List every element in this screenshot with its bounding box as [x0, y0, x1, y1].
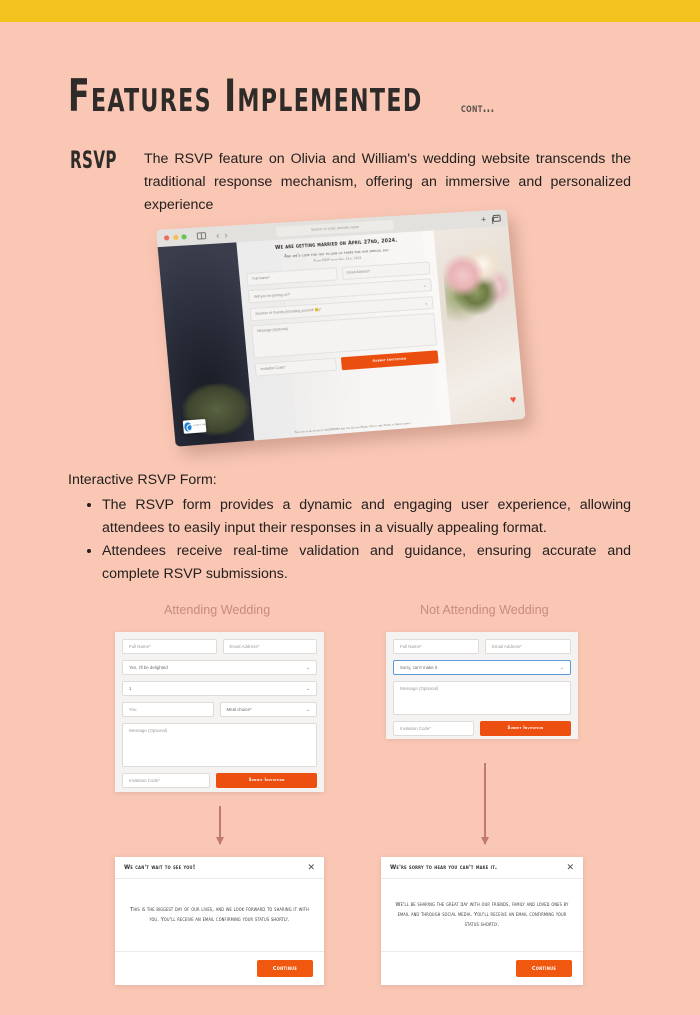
- top-accent-bar: [0, 0, 700, 22]
- attending-guest-meal-row: You Meal choice* ⌄: [122, 702, 317, 717]
- attending-invitation-code-input[interactable]: Invitation Code*: [122, 773, 211, 788]
- not-attending-message-textarea[interactable]: Message (Optional): [393, 681, 571, 715]
- heart-icon: ♥: [509, 394, 517, 407]
- attending-form-card: Full Name* Email Address* Yes, I'll be d…: [115, 632, 324, 792]
- bouquet-image: [440, 245, 513, 328]
- chevron-down-icon: ⌄: [559, 664, 564, 671]
- minimize-dot[interactable]: [172, 234, 179, 241]
- list-item: Attendees receive real-time validation a…: [102, 540, 631, 585]
- forward-icon[interactable]: ›: [224, 229, 228, 239]
- site-submit-button[interactable]: Submit Invitation: [340, 349, 439, 370]
- attending-message-textarea[interactable]: Message (Optional): [122, 723, 317, 767]
- not-attending-invitation-code-input[interactable]: Invitation Code*: [393, 721, 474, 736]
- attending-modal-body: This is the biggest day of our lives, an…: [115, 879, 324, 951]
- not-attending-submit-row: Invitation Code* Submit Invitation: [393, 721, 571, 736]
- site-email-input[interactable]: Email Address*: [341, 261, 431, 280]
- section-label-rsvp: RSVP: [70, 146, 117, 174]
- attending-modal-header: We can't wait to see you! ✕: [115, 857, 324, 879]
- not-attending-name-email-row: Full Name* Email Address*: [393, 639, 571, 654]
- tabs-icon[interactable]: [492, 214, 501, 223]
- caption-attending: Attending Wedding: [164, 603, 271, 617]
- not-attending-modal-footer: Continue: [381, 951, 583, 985]
- not-attending-confirmation-modal: We're sorry to hear you can't make it. ✕…: [381, 857, 583, 985]
- attending-name-email-row: Full Name* Email Address*: [122, 639, 317, 654]
- not-attending-attendance-value: Sorry, can't make it: [400, 665, 438, 670]
- site-full-name-input[interactable]: Full Name*: [246, 266, 338, 286]
- attending-submit-button[interactable]: Submit Invitation: [216, 773, 317, 788]
- page-title-suffix: cont...: [460, 101, 495, 116]
- attending-guest-name-input[interactable]: You: [122, 702, 214, 717]
- attending-meal-value: Meal choice*: [226, 707, 252, 712]
- not-attending-modal-header: We're sorry to hear you can't make it. ✕: [381, 857, 583, 879]
- list-item: The RSVP form provides a dynamic and eng…: [102, 494, 631, 539]
- new-tab-button[interactable]: +: [481, 214, 487, 224]
- site-invitation-code-input[interactable]: Invitation Code*: [254, 357, 337, 377]
- attending-email-input[interactable]: Email Address*: [222, 639, 317, 654]
- site-attending-value: Will you be joining us?*: [253, 291, 291, 299]
- sidebar-icon[interactable]: [196, 232, 207, 240]
- close-icon[interactable]: ✕: [307, 863, 315, 872]
- not-attending-modal-title: We're sorry to hear you can't make it.: [390, 864, 498, 871]
- browser-viewport: ♥ We are getting married on April 27nd, …: [157, 225, 526, 447]
- not-attending-full-name-input[interactable]: Full Name*: [393, 639, 479, 654]
- attending-guests-value: 1: [129, 686, 132, 691]
- flow-arrow-attending: [219, 806, 221, 844]
- not-attending-submit-button[interactable]: Submit Invitation: [479, 721, 571, 736]
- attending-meal-select[interactable]: Meal choice* ⌄: [219, 702, 317, 717]
- nav-controls[interactable]: ‹ ›: [216, 229, 228, 240]
- recaptcha-logo: [184, 422, 193, 432]
- chevron-down-icon: ⌄: [422, 282, 427, 288]
- attending-confirmation-modal: We can't wait to see you! ✕ This is the …: [115, 857, 324, 985]
- attending-guests-select[interactable]: 1 ⌄: [122, 681, 317, 696]
- attending-modal-title: We can't wait to see you!: [124, 864, 196, 871]
- chevron-down-icon: ⌄: [305, 706, 310, 713]
- caption-not-attending: Not Attending Wedding: [420, 603, 549, 617]
- page-title: Features Implemented: [68, 70, 423, 122]
- content-bullet-list: The RSVP form provides a dynamic and eng…: [86, 494, 631, 586]
- not-attending-modal-continue-button[interactable]: Continue: [516, 960, 572, 977]
- site-legal-note: This site is protected by reCAPTCHA and …: [294, 421, 412, 435]
- flow-arrow-not-attending: [484, 763, 486, 844]
- recaptcha-badge-icon[interactable]: reCAPTCHA: [182, 419, 207, 435]
- page-heading: Features Implemented cont...: [68, 70, 503, 122]
- attending-attendance-value: Yes, I'll be delighted: [129, 665, 168, 670]
- section-intro-text: The RSVP feature on Olivia and William's…: [144, 151, 631, 213]
- attending-attendance-select[interactable]: Yes, I'll be delighted ⌄: [122, 660, 317, 675]
- attending-modal-footer: Continue: [115, 951, 324, 985]
- chevron-down-icon: ⌄: [424, 299, 428, 306]
- chevron-down-icon: ⌄: [305, 664, 310, 671]
- site-rsvp-panel: We are getting married on April 27nd, 20…: [236, 230, 451, 441]
- attending-submit-row: Invitation Code* Submit Invitation: [122, 773, 317, 788]
- close-icon[interactable]: ✕: [566, 863, 574, 872]
- site-guests-value: Number of Guests (including yourself 😊)*: [255, 307, 322, 316]
- close-dot[interactable]: [163, 235, 170, 241]
- attending-modal-text: This is the biggest day of our lives, an…: [130, 907, 309, 923]
- maximize-dot[interactable]: [181, 234, 187, 240]
- back-icon[interactable]: ‹: [216, 230, 220, 240]
- content-lead: Interactive RSVP Form:: [68, 472, 217, 488]
- attending-modal-continue-button[interactable]: Continue: [257, 960, 313, 977]
- recaptcha-label: reCAPTCHA: [192, 424, 206, 428]
- not-attending-modal-body: We'll be sharing the great day with our …: [381, 879, 583, 951]
- window-controls[interactable]: [163, 234, 187, 241]
- not-attending-form-card: Full Name* Email Address* Sorry, can't m…: [386, 632, 578, 739]
- browser-window: ‹ › Search or enter website name + ♥ We …: [156, 209, 526, 447]
- attending-full-name-input[interactable]: Full Name*: [122, 639, 217, 654]
- chevron-down-icon: ⌄: [305, 685, 310, 692]
- browser-mockup: ‹ › Search or enter website name + ♥ We …: [156, 209, 532, 447]
- not-attending-attendance-select[interactable]: Sorry, can't make it ⌄: [393, 660, 571, 675]
- toolbar-right: +: [481, 213, 501, 224]
- not-attending-email-input[interactable]: Email Address*: [485, 639, 571, 654]
- not-attending-modal-text: We'll be sharing the great day with our …: [395, 902, 569, 928]
